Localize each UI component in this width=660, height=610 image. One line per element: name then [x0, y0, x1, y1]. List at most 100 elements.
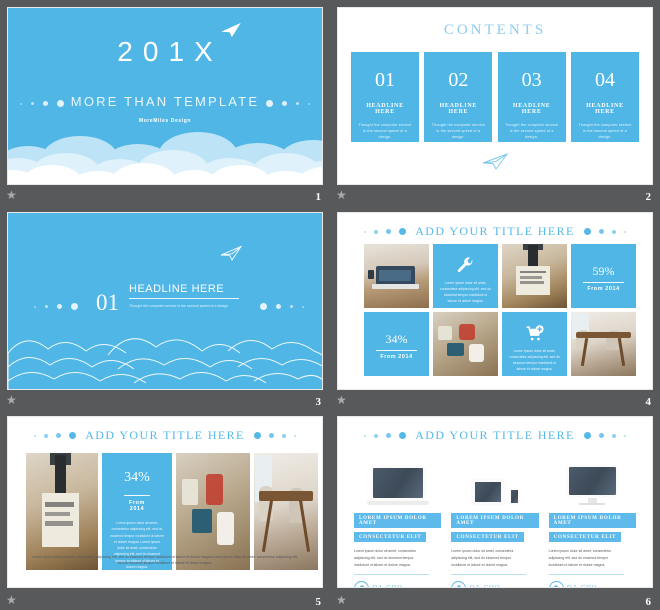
tile-body: Lorem ipsum dolor sit amet, consectetur …	[440, 281, 491, 304]
stat-tile[interactable]: 34% From 2014	[364, 312, 429, 376]
photo-tile[interactable]	[433, 312, 498, 376]
column-stat: 81,680	[548, 581, 597, 588]
divider	[354, 574, 430, 575]
dot-decoration-right	[260, 303, 304, 310]
column-label-primary: LOREM IPSUM DOLOR AMET	[451, 513, 539, 528]
slide-preview-1[interactable]: 201X MORE THAN TEMPLATE MoreMiles Design	[7, 7, 323, 185]
slide-cell-3[interactable]: 01 HEADLINE HERE Thought the computer se…	[0, 205, 330, 410]
section-number: 01	[96, 290, 119, 315]
column-label-primary: LOREM IPSUM DOLOR AMET	[548, 513, 636, 528]
slide-header: ADD YOUR TITLE HERE	[338, 224, 652, 239]
star-icon[interactable]: ★	[336, 394, 349, 407]
thumbnail-footer-3: ★ 3	[0, 390, 330, 410]
dot-decoration-right	[253, 432, 296, 439]
stat-percent: 59%	[592, 264, 615, 278]
paper-plane-outline-icon	[482, 152, 509, 170]
slide-cell-5[interactable]: ADD YOUR TITLE HERE 34% From 2014 Lorem …	[0, 410, 330, 610]
column-body: Lorem ipsum dolor sit amet, consectetur …	[451, 549, 514, 567]
column-stat: 81,680	[451, 581, 500, 588]
section-body: Thought the computer service is the seco…	[129, 304, 230, 308]
thumbnail-footer-5: ★ 5	[0, 590, 330, 610]
star-icon[interactable]: ★	[6, 189, 19, 202]
device-column[interactable]: LOREM IPSUM DOLOR AMET CONSECTETUR ELIT …	[548, 447, 636, 588]
star-icon[interactable]: ★	[6, 394, 19, 407]
stat-count: 81,680	[567, 583, 597, 588]
divider	[548, 574, 624, 575]
card-headline: HEADLINE HERE	[439, 103, 478, 115]
photo-tile[interactable]	[571, 312, 636, 376]
column-label-primary: LOREM IPSUM DOLOR AMET	[354, 513, 442, 528]
thumbnail-footer-4: ★ 4	[330, 390, 660, 410]
page-title: ADD YOUR TITLE HERE	[85, 428, 245, 442]
slide-preview-4[interactable]: ADD YOUR TITLE HERE Lorem ipsum dolor si…	[337, 212, 653, 390]
page-number: 2	[645, 191, 652, 203]
contents-card[interactable]: 04 HEADLINE HERE Thought the computer se…	[570, 52, 639, 142]
title-credit: MoreMiles Design	[138, 118, 192, 124]
slide-preview-5[interactable]: ADD YOUR TITLE HERE 34% From 2014 Lorem …	[7, 416, 323, 588]
card-headline: HEADLINE HERE	[366, 103, 404, 115]
photo-tile[interactable]	[502, 244, 567, 308]
icon-tile[interactable]: Lorem ipsum dolor sit amet, consectetur …	[502, 312, 567, 376]
slide-preview-2[interactable]: CONTENTS 01 HEADLINE HERE Thought the co…	[337, 7, 653, 185]
user-avatar-icon	[354, 581, 369, 587]
desktop-monitor-icon	[549, 447, 636, 505]
thumbnail-footer-2: ★ 2	[330, 185, 660, 205]
page-number: 5	[315, 596, 322, 608]
divider	[451, 574, 527, 575]
section-headline: HEADLINE HERE	[129, 283, 239, 299]
contents-card-list: 01 HEADLINE HERE Thought the computer se…	[351, 52, 639, 142]
slide-cell-6[interactable]: ADD YOUR TITLE HERE LOREM IPSUM DOLOR AM…	[330, 410, 660, 610]
dot-decoration-left	[34, 303, 78, 310]
slide-caption: Lorem ipsum dolor sit amet, consectetur …	[32, 554, 298, 566]
column-label-secondary: CONSECTETUR ELIT	[548, 532, 622, 542]
paper-plane-icon	[220, 22, 242, 38]
device-column[interactable]: LOREM IPSUM DOLOR AMET CONSECTETUR ELIT …	[451, 447, 539, 588]
device-column[interactable]: LOREM IPSUM DOLOR AMET CONSECTETUR ELIT …	[354, 447, 442, 588]
stat-count: 81,680	[372, 583, 402, 588]
page-number: 4	[645, 396, 652, 408]
laptop-on-desk-photo	[364, 244, 429, 308]
thumbnail-footer-6: ★ 6	[330, 590, 660, 610]
dot-decoration-left	[364, 432, 407, 439]
card-number: 03	[521, 69, 542, 91]
page-number: 1	[315, 191, 322, 203]
stat-count: 81,680	[469, 583, 499, 588]
photo-strip: 34% From 2014 Lorem ipsum dolor sit amet…	[26, 453, 318, 571]
dot-decoration-right	[583, 228, 626, 235]
contents-card[interactable]: 01 HEADLINE HERE Thought the computer se…	[351, 52, 419, 142]
stat-percent: 34%	[385, 332, 408, 346]
star-icon[interactable]: ★	[336, 189, 349, 202]
contents-card[interactable]: 03 HEADLINE HERE Thought the computer se…	[497, 52, 566, 142]
dot-decoration-left	[34, 432, 77, 439]
stat-tile[interactable]: 59% From 2014	[571, 244, 636, 308]
card-number: 01	[375, 69, 395, 91]
slide-preview-6[interactable]: ADD YOUR TITLE HERE LOREM IPSUM DOLOR AM…	[337, 416, 653, 588]
star-icon[interactable]: ★	[336, 594, 349, 607]
page-title: ADD YOUR TITLE HERE	[415, 224, 575, 238]
slide-preview-3[interactable]: 01 HEADLINE HERE Thought the computer se…	[7, 212, 323, 390]
icon-tile[interactable]: Lorem ipsum dolor sit amet, consectetur …	[433, 244, 498, 308]
card-body: Thought the computer service is the seco…	[358, 123, 412, 140]
card-number: 04	[594, 69, 615, 91]
column-label-secondary: CONSECTETUR ELIT	[451, 532, 524, 542]
dot-decoration-left	[364, 228, 407, 235]
card-number: 02	[448, 69, 469, 91]
card-body: Thought the computer service is the seco…	[578, 123, 632, 140]
slide-header: ADD YOUR TITLE HERE	[8, 428, 322, 443]
contents-title: CONTENTS	[443, 22, 547, 38]
tile-body: Lorem ipsum dolor sit amet, consectetur …	[509, 349, 560, 372]
add-to-cart-icon	[502, 324, 567, 348]
laptop-icon	[354, 447, 441, 505]
stat-caption: From 2014	[124, 495, 150, 512]
star-icon[interactable]: ★	[6, 594, 19, 607]
tile-grid: Lorem ipsum dolor sit amet, consectetur …	[364, 244, 636, 376]
photo-tile[interactable]	[364, 244, 429, 308]
slide-cell-2[interactable]: CONTENTS 01 HEADLINE HERE Thought the co…	[330, 0, 660, 205]
slide-cell-4[interactable]: ADD YOUR TITLE HERE Lorem ipsum dolor si…	[330, 205, 660, 410]
slide-cell-1[interactable]: 201X MORE THAN TEMPLATE MoreMiles Design	[0, 0, 330, 205]
card-body: Thought the computer service is the seco…	[505, 123, 559, 140]
device-column-list: LOREM IPSUM DOLOR AMET CONSECTETUR ELIT …	[354, 447, 636, 588]
card-headline: HEADLINE HERE	[512, 103, 551, 115]
column-body: Lorem ipsum dolor sit amet, consectetur …	[548, 549, 611, 567]
contents-card[interactable]: 02 HEADLINE HERE Thought the computer se…	[424, 52, 493, 142]
